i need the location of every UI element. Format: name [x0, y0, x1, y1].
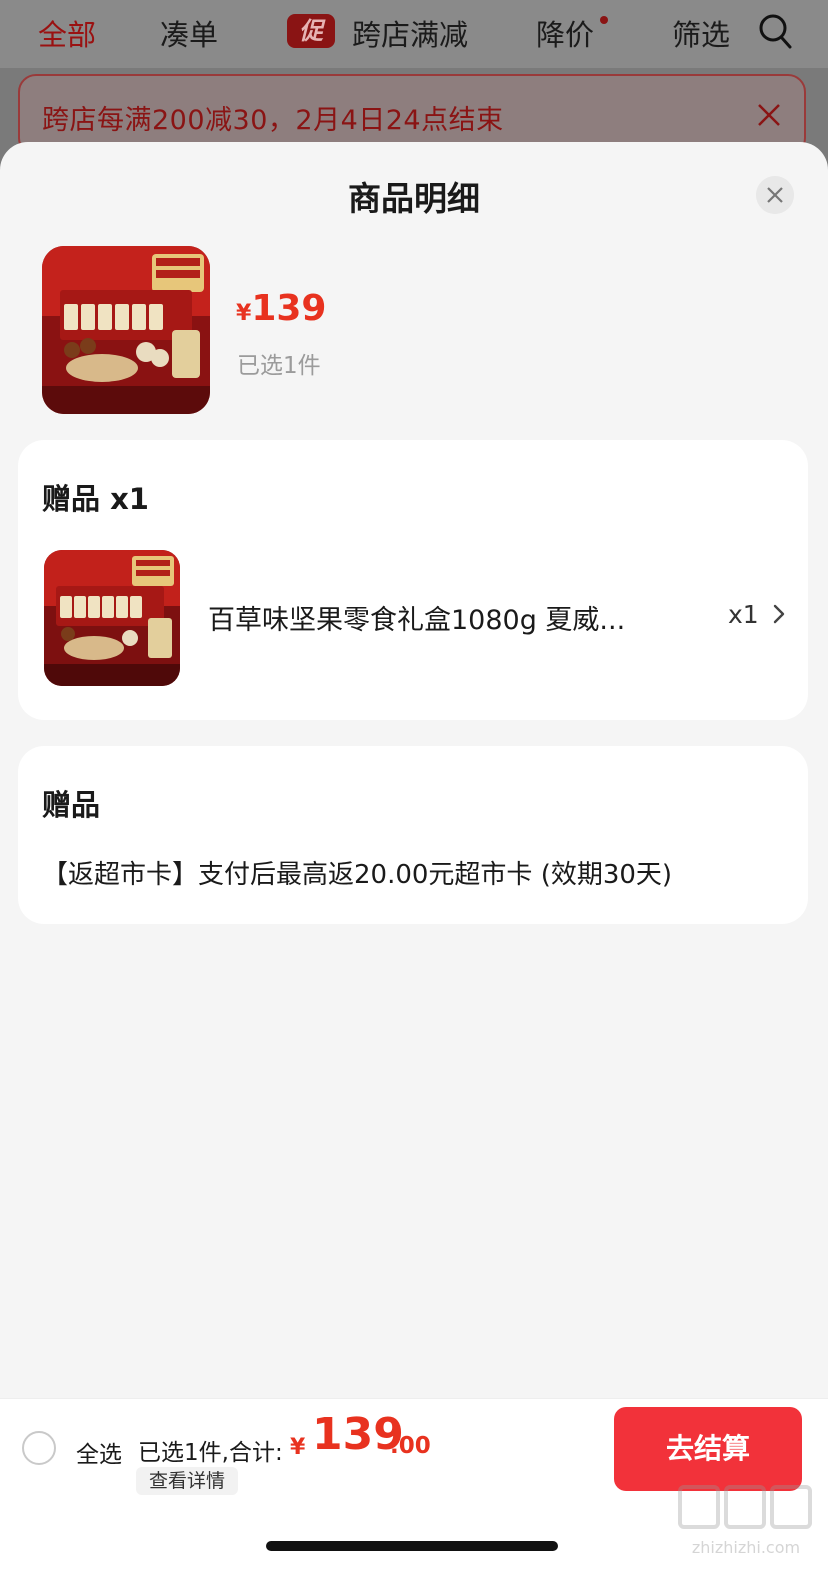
search-icon[interactable]	[758, 12, 794, 52]
view-details-button[interactable]: 查看详情	[136, 1467, 239, 1495]
chevron-right-icon[interactable]	[772, 602, 786, 626]
gift-product-image[interactable]	[44, 550, 180, 686]
sheet-title: 商品明细	[348, 179, 480, 218]
tab-cross-store-discount[interactable]: 跨店满减	[352, 12, 468, 54]
checkout-bar: 全选 已选1件,合计: ¥ 139 .00 查看详情 去结算 zhizhizhi…	[0, 1398, 828, 1579]
total-price-decimal: .00	[390, 1433, 431, 1459]
sheet-close-icon[interactable]	[756, 176, 794, 214]
price-value: 139	[251, 288, 327, 329]
tab-price-drop[interactable]: 降价	[536, 12, 594, 54]
home-indicator	[266, 1541, 558, 1551]
top-tab-bar: 全部 凑单 促 跨店满减 降价 筛选	[0, 0, 828, 68]
close-icon[interactable]	[756, 102, 782, 128]
svg-text:zhizhizhi.com: zhizhizhi.com	[692, 1538, 800, 1557]
select-all-radio[interactable]	[22, 1431, 56, 1465]
selected-count: 已选1件	[237, 353, 321, 379]
tab-bundle[interactable]: 凑单	[160, 12, 218, 54]
bonus-section-title: 赠品	[42, 788, 101, 822]
bonus-description: 【返超市卡】支付后最高返20.00元超市卡 (效期30天)	[42, 860, 673, 890]
select-all-label[interactable]: 全选	[76, 1435, 122, 1469]
promo-notice-text: 跨店每满200减30，2月4日24点结束	[42, 105, 504, 136]
tab-all[interactable]: 全部	[38, 12, 96, 54]
gift-card: 赠品 x1 百草味坚果零食礼盒1080g 夏威... x1	[18, 440, 808, 720]
new-dot-indicator	[600, 16, 608, 24]
currency-symbol: ¥	[236, 301, 252, 326]
tab-filter[interactable]: 筛选	[672, 12, 730, 54]
total-currency: ¥	[290, 1435, 306, 1460]
product-price: ¥139	[236, 288, 326, 329]
summary-label: 已选1件,合计:	[138, 1440, 283, 1466]
product-detail-sheet: 商品明细 ¥139 已选1件 赠品 x1 百草味坚果零食礼盒1080g 夏威..…	[0, 142, 828, 1578]
checkout-button[interactable]: 去结算	[614, 1407, 802, 1491]
watermark-logo: zhizhizhi.com	[678, 1485, 812, 1557]
gift-section-title: 赠品 x1	[42, 482, 149, 516]
promo-badge: 促	[287, 14, 335, 48]
gift-item-name[interactable]: 百草味坚果零食礼盒1080g 夏威...	[208, 598, 678, 637]
gift-item-quantity: x1	[728, 600, 759, 629]
bonus-card: 赠品 【返超市卡】支付后最高返20.00元超市卡 (效期30天)	[18, 746, 808, 924]
product-image[interactable]	[42, 246, 210, 414]
